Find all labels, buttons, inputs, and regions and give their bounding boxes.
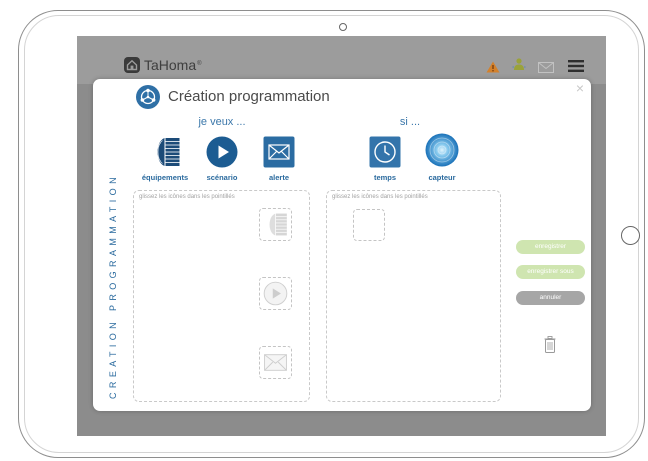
logo-registered-mark: ®: [197, 61, 202, 67]
drop-zone-hint: glissez les icônes dans les pointillés: [139, 194, 235, 200]
trash-icon[interactable]: [544, 336, 556, 353]
user-icon[interactable]: [512, 57, 526, 71]
save-button[interactable]: enregistrer: [516, 240, 585, 254]
blinds-icon[interactable]: [149, 136, 181, 168]
action-slot-alerte[interactable]: [259, 346, 292, 379]
play-icon: [263, 281, 288, 306]
menu-icon[interactable]: [568, 60, 584, 72]
condition-slot-empty[interactable]: [353, 209, 385, 241]
sensor-icon[interactable]: [425, 133, 459, 167]
app-screen: TaHoma® Création programmation × CREATIO…: [77, 36, 606, 436]
tool-label-capteur: capteur: [428, 173, 456, 182]
save-as-button[interactable]: enregistrer sous: [516, 265, 585, 279]
envelope-icon[interactable]: [263, 136, 295, 168]
app-header: TaHoma®: [77, 36, 606, 84]
warning-icon[interactable]: [486, 61, 500, 73]
actions-drop-zone[interactable]: glissez les icônes dans les pointillés: [133, 190, 310, 402]
tool-label-alerte: alerte: [268, 173, 289, 182]
action-slot-scenario[interactable]: [259, 277, 292, 310]
drop-zone-hint: glissez les icônes dans les pointillés: [332, 194, 428, 200]
side-label: CREATION PROGRAMMATION: [108, 173, 118, 399]
conditions-drop-zone[interactable]: glissez les icônes dans les pointillés: [326, 190, 501, 402]
creation-programmation-dialog: Création programmation × CREATION PROGRA…: [93, 79, 591, 411]
app-logo: TaHoma®: [144, 57, 202, 73]
action-slot-blinds[interactable]: [259, 208, 292, 241]
envelope-icon: [264, 354, 287, 371]
conditions-heading: si ...: [399, 116, 421, 128]
network-icon: [136, 85, 160, 109]
home-button[interactable]: [621, 226, 640, 245]
house-icon: [124, 57, 140, 73]
logo-text: TaHoma: [144, 57, 197, 73]
dialog-title: Création programmation: [168, 88, 330, 105]
actions-heading: je veux ...: [198, 116, 246, 128]
close-icon[interactable]: ×: [574, 81, 586, 95]
clock-icon[interactable]: [369, 136, 401, 168]
blinds-icon: [269, 213, 287, 236]
camera-icon: [339, 23, 347, 31]
play-icon[interactable]: [206, 136, 238, 168]
cancel-button[interactable]: annuler: [516, 291, 585, 305]
envelope-icon[interactable]: [538, 62, 554, 73]
